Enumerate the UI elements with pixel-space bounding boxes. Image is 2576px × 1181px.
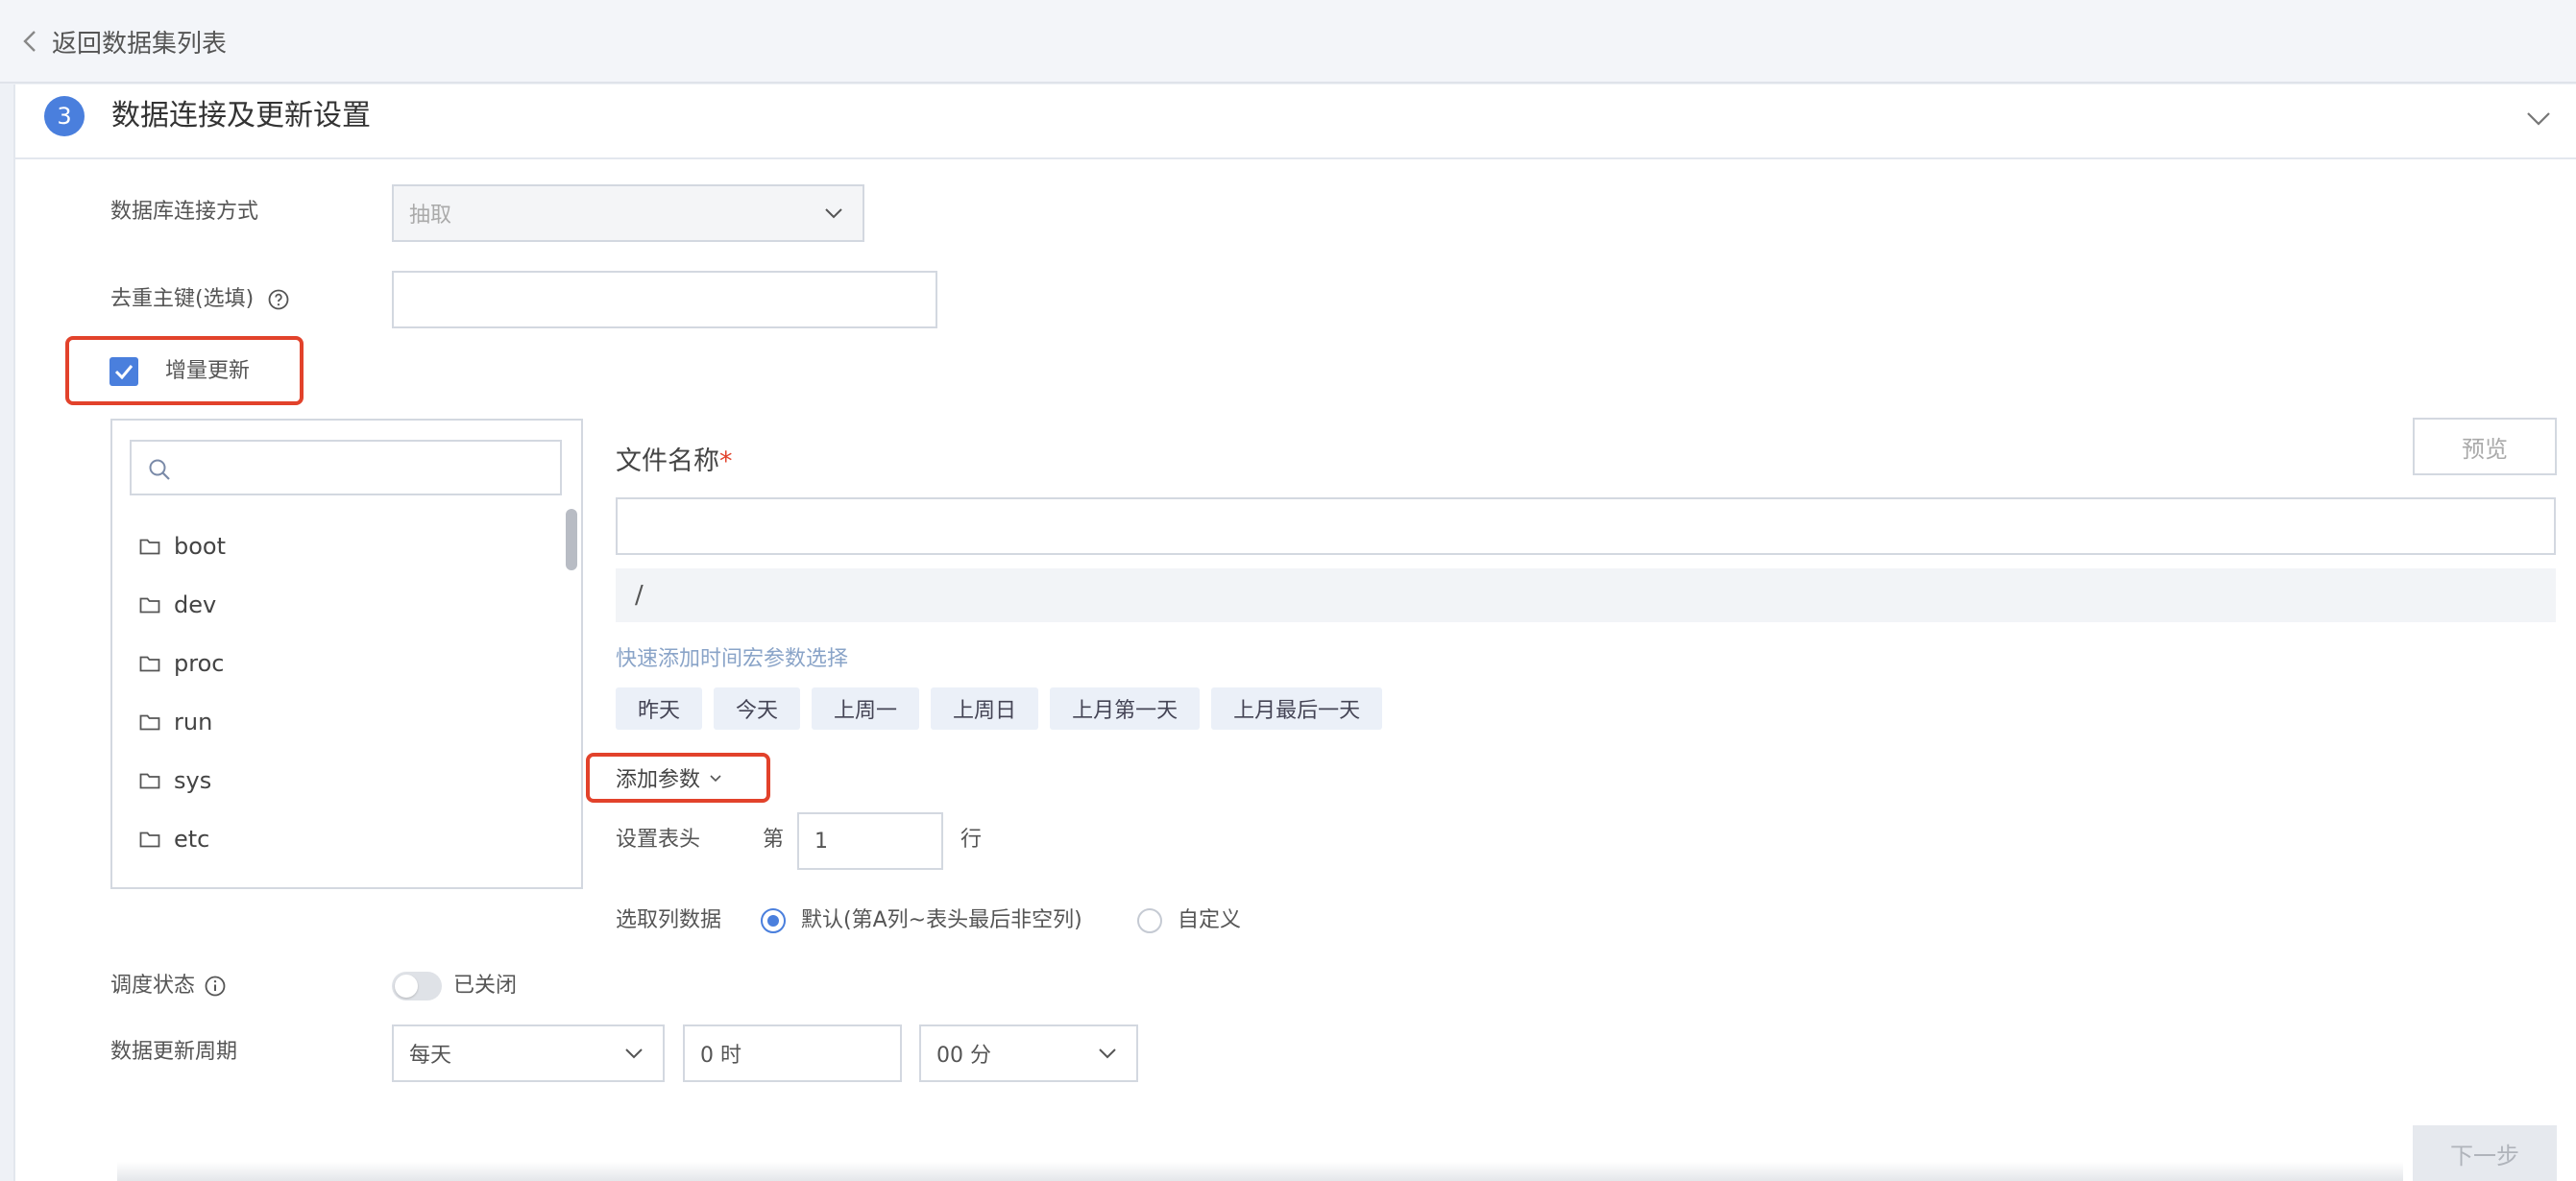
dedup-key-label: 去重主键(选填) [110, 287, 255, 311]
chevron-down-icon[interactable] [2524, 104, 2553, 133]
folder-name: etc [174, 825, 210, 853]
db-connect-value: 抽取 [409, 204, 452, 228]
search-icon [149, 459, 170, 480]
add-param-button[interactable]: 添加参数 [616, 762, 723, 793]
chevron-left-icon [23, 31, 36, 52]
checkmark-icon [114, 365, 134, 379]
update-period-value: 每天 [409, 1044, 452, 1068]
folder-item[interactable]: proc [139, 634, 543, 692]
dedup-key-input[interactable] [392, 271, 937, 328]
question-circle-icon[interactable] [267, 288, 290, 311]
macro-chip-last-month-first-day[interactable]: 上月第一天 [1050, 687, 1201, 730]
folder-icon [139, 597, 160, 613]
update-period-label: 数据更新周期 [110, 1040, 238, 1064]
back-to-dataset-list[interactable]: 返回数据集列表 [21, 21, 227, 61]
toggle-knob [395, 975, 418, 998]
tree-scrollbar[interactable] [566, 509, 577, 570]
folder-item[interactable]: dev [139, 575, 543, 634]
macro-chip-yesterday[interactable]: 昨天 [616, 687, 703, 730]
back-label: 返回数据集列表 [52, 29, 228, 59]
file-name-label: 文件名称* [616, 440, 733, 477]
folder-icon [139, 656, 160, 671]
folder-list: boot dev proc run sys etc [139, 517, 543, 890]
folder-name: run [174, 708, 213, 735]
section-header[interactable]: 3 数据连接及更新设置 [15, 84, 2576, 159]
db-connect-select[interactable]: 抽取 [392, 184, 864, 242]
step-badge: 3 [44, 96, 85, 136]
column-custom-radio[interactable] [1137, 908, 1162, 933]
chevron-down-icon [710, 775, 721, 783]
macro-chip-last-monday[interactable]: 上周一 [812, 687, 920, 730]
column-select-label: 选取列数据 [616, 908, 722, 932]
update-minute-value: 00 分 [936, 1044, 991, 1068]
preview-button[interactable]: 预览 [2413, 418, 2557, 475]
schedule-status-value: 已关闭 [453, 974, 518, 998]
section-title: 数据连接及更新设置 [111, 99, 371, 133]
column-default-radio[interactable] [761, 908, 786, 933]
update-period-select[interactable]: 每天 [392, 1024, 665, 1082]
folder-item[interactable]: boot [139, 517, 543, 575]
update-hour-input[interactable]: 0 时 [683, 1024, 902, 1082]
db-connect-label: 数据库连接方式 [110, 200, 259, 224]
bottom-shadow [117, 1162, 2403, 1181]
settings-card: 3 数据连接及更新设置 数据库连接方式 抽取 去重主键(选填) 增量更新 boo… [13, 84, 2576, 1181]
folder-name: root [174, 884, 220, 888]
schedule-status-toggle[interactable] [392, 972, 442, 1000]
folder-item[interactable]: run [139, 692, 543, 751]
header-row-suffix: 行 [960, 828, 983, 852]
next-step-button[interactable]: 下一步 [2413, 1125, 2557, 1181]
macro-chip-last-sunday[interactable]: 上周日 [931, 687, 1039, 730]
info-circle-icon[interactable] [204, 975, 227, 998]
chevron-down-icon [825, 208, 842, 219]
macro-chip-today[interactable]: 今天 [714, 687, 801, 730]
quick-macro-chips: 昨天 今天 上周一 上周日 上月第一天 上月最后一天 [616, 687, 1383, 730]
folder-icon [139, 832, 160, 847]
folder-icon [139, 773, 160, 788]
folder-name: proc [174, 649, 225, 677]
folder-item[interactable]: sys [139, 751, 543, 809]
schedule-status-label: 调度状态 [110, 974, 196, 998]
folder-name: boot [174, 532, 227, 560]
top-bar: 返回数据集列表 [0, 0, 2576, 84]
column-default-label: 默认(第A列~表头最后非空列) [801, 908, 1082, 932]
folder-name: sys [174, 766, 212, 794]
chevron-down-icon [1099, 1048, 1116, 1059]
file-path: / [616, 568, 2556, 622]
column-custom-label: 自定义 [1178, 908, 1242, 932]
folder-item[interactable]: etc [139, 809, 543, 868]
add-param-label: 添加参数 [616, 768, 701, 792]
folder-icon [139, 714, 160, 730]
incremental-update-label: 增量更新 [165, 359, 251, 383]
folder-icon [139, 889, 160, 890]
quick-macro-hint: 快速添加时间宏参数选择 [616, 647, 849, 671]
header-row-input[interactable]: 1 [797, 812, 943, 870]
required-mark: * [719, 446, 733, 476]
update-minute-select[interactable]: 00 分 [919, 1024, 1138, 1082]
file-name-text: 文件名称 [616, 446, 719, 476]
chevron-down-icon [625, 1048, 643, 1059]
file-name-input[interactable] [616, 497, 2556, 555]
macro-chip-last-month-last-day[interactable]: 上月最后一天 [1211, 687, 1383, 730]
tree-search-input[interactable] [130, 440, 562, 495]
folder-icon [139, 539, 160, 554]
incremental-update-checkbox[interactable] [109, 357, 138, 386]
folder-name: dev [174, 590, 217, 618]
header-row-prefix: 第 [763, 828, 785, 852]
folder-tree-panel: boot dev proc run sys etc [110, 419, 583, 889]
folder-item[interactable]: root [139, 868, 543, 890]
header-setting-label: 设置表头 [616, 828, 701, 852]
